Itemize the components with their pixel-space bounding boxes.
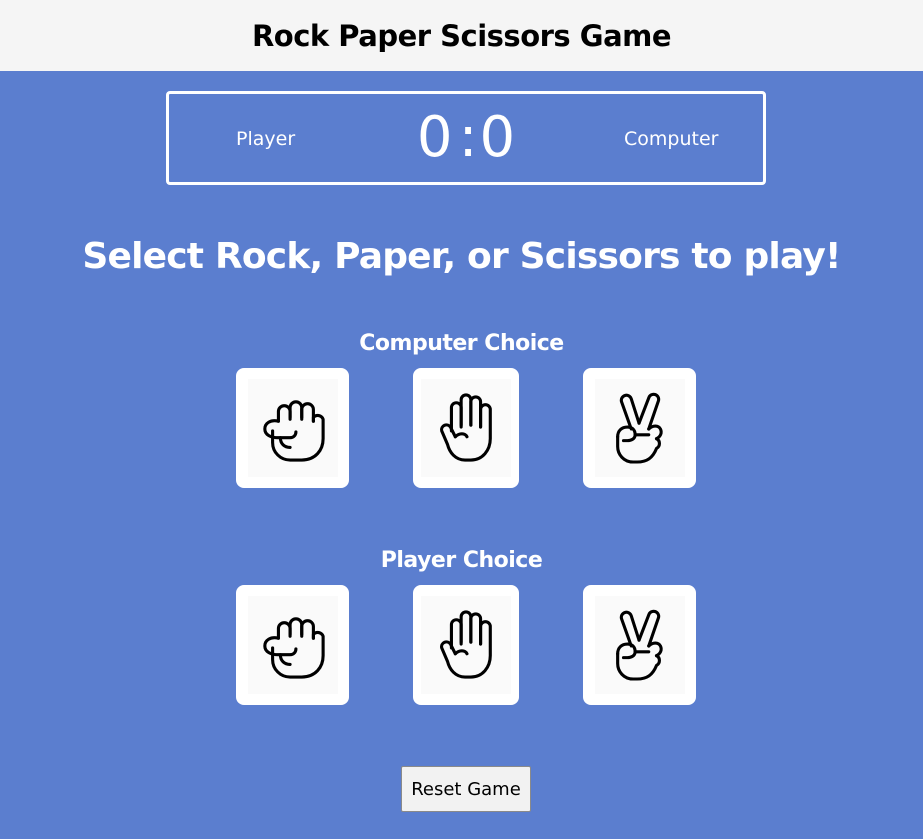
scoreboard: Player 0:0 Computer	[166, 91, 766, 185]
rock-icon	[259, 609, 327, 681]
computer-choice-paper	[413, 368, 519, 488]
computer-choice-title: Computer Choice	[359, 331, 564, 356]
computer-score-label: Computer	[624, 128, 719, 150]
player-score: 0	[416, 105, 453, 170]
computer-choice-rock	[236, 368, 349, 488]
page-title: Rock Paper Scissors Game	[251, 18, 672, 53]
scissors-icon	[606, 392, 674, 464]
player-choice-title: Player Choice	[380, 548, 543, 573]
paper-icon	[432, 392, 500, 464]
computer-score: 0	[479, 105, 516, 170]
reset-game-button[interactable]: Reset Game	[401, 766, 531, 812]
score-separator: :	[458, 105, 478, 170]
paper-icon	[432, 609, 500, 681]
player-choice-rock[interactable]	[236, 585, 349, 705]
player-choice-paper[interactable]	[413, 585, 519, 705]
rock-icon	[259, 392, 327, 464]
computer-choice-scissors	[583, 368, 696, 488]
game-prompt: Select Rock, Paper, or Scissors to play!	[82, 236, 841, 277]
player-choice-scissors[interactable]	[583, 585, 696, 705]
app-header: Rock Paper Scissors Game	[0, 0, 923, 71]
scissors-icon	[606, 609, 674, 681]
